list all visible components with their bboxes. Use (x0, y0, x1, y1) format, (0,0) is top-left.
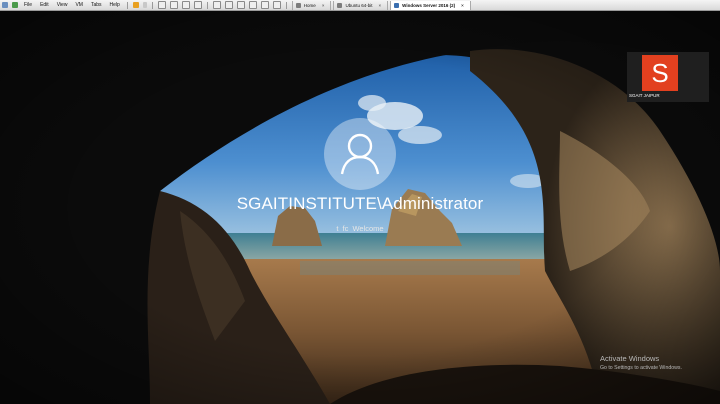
power-icon[interactable] (12, 2, 18, 8)
revert-snapshot-icon[interactable] (181, 1, 190, 9)
send-ctrl-alt-del-icon[interactable] (157, 1, 166, 9)
login-username: SGAITINSTITUTE\Administrator (236, 194, 484, 213)
user-avatar[interactable] (324, 118, 396, 190)
user-icon (340, 133, 380, 175)
vmware-app-icon (2, 2, 8, 8)
thumbnail-icon[interactable] (224, 1, 233, 9)
console-view-icon[interactable] (260, 1, 269, 9)
menu-tabs[interactable]: Tabs (91, 2, 102, 8)
toolbar-divider (151, 1, 153, 9)
chevron-down-icon[interactable] (142, 2, 147, 8)
logo-caption: SGAIT JAIPUR (629, 93, 660, 98)
sidebar-toggle-icon[interactable] (212, 1, 221, 9)
toolbar-divider (206, 1, 208, 9)
vmware-toolbar: File Edit View VM Tabs Help Home × Ubunt… (0, 0, 720, 11)
tab-ubuntu[interactable]: Ubuntu 64-bit × (333, 0, 389, 10)
activate-windows-watermark: Activate Windows Go to Settings to activ… (600, 354, 682, 371)
snapshot-icon[interactable] (169, 1, 178, 9)
fullscreen-icon[interactable] (236, 1, 245, 9)
toolbar-divider (285, 1, 287, 9)
login-status: t fc Welcome (336, 224, 384, 233)
tab-windows-server[interactable]: Windows Server 2016 (2) × (390, 0, 471, 10)
tab-label: Home (303, 2, 316, 8)
tab-home[interactable]: Home × (291, 0, 332, 10)
vm-icon (394, 2, 400, 8)
close-icon[interactable]: × (378, 3, 381, 8)
logo-badge: S (642, 55, 678, 91)
lock-screen-background: SGAITINSTITUTE\Administrator t fc Welcom… (0, 11, 720, 404)
unity-icon[interactable] (248, 1, 257, 9)
menu-edit[interactable]: Edit (40, 2, 49, 8)
pause-icon[interactable] (132, 2, 139, 8)
activate-title: Activate Windows (600, 354, 660, 363)
menu-help[interactable]: Help (110, 2, 120, 8)
toolbar-divider (126, 1, 128, 9)
stretch-icon[interactable] (272, 1, 281, 9)
menu-vm[interactable]: VM (75, 2, 83, 8)
home-icon (295, 2, 301, 8)
menu-file[interactable]: File (24, 2, 32, 8)
channel-logo: S SGAIT JAIPUR (627, 52, 709, 102)
vm-icon (337, 2, 343, 8)
menu-view[interactable]: View (57, 2, 68, 8)
close-icon[interactable]: × (461, 3, 464, 8)
snapshot-manager-icon[interactable] (193, 1, 202, 9)
close-icon[interactable]: × (322, 3, 325, 8)
activate-subtitle: Go to Settings to activate Windows. (600, 365, 682, 371)
tab-label: Ubuntu 64-bit (345, 2, 373, 8)
tab-label: Windows Server 2016 (2) (402, 2, 456, 8)
